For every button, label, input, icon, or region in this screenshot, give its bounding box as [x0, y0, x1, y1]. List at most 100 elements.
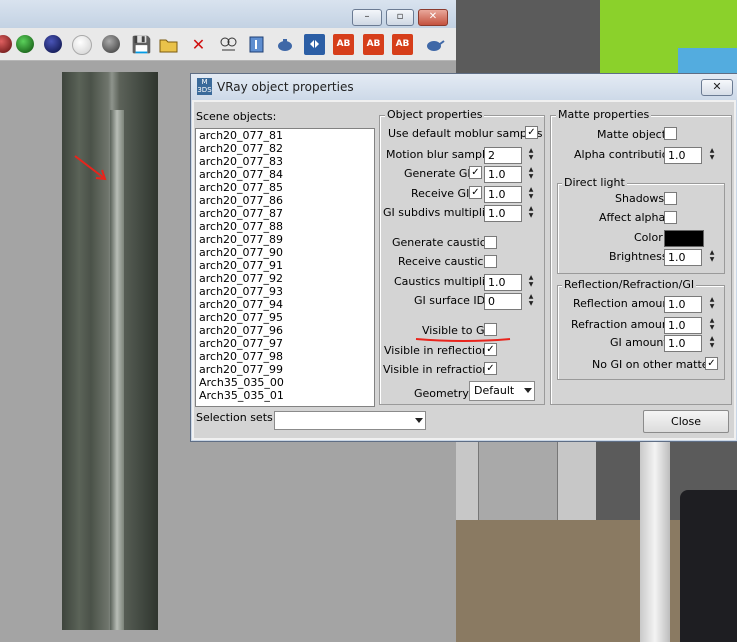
selection-sets-label: Selection sets:: [196, 411, 277, 424]
color-swatch[interactable]: [664, 230, 704, 247]
receive-gi-field[interactable]: 1.0: [484, 186, 522, 203]
motion-blur-samples-spinner[interactable]: ▲ ▼: [525, 147, 537, 162]
reflection-amount-label: Reflection amount: [573, 297, 674, 310]
maximize-button[interactable]: ▫: [386, 9, 414, 26]
list-item[interactable]: arch20_077_86: [196, 194, 374, 207]
refraction-amount-value: 1.0: [668, 319, 686, 332]
teapot2-icon[interactable]: [424, 34, 445, 55]
generate-caustics-checkbox[interactable]: [484, 236, 497, 249]
list-item[interactable]: arch20_077_91: [196, 259, 374, 272]
motion-blur-samples-label: Motion blur samples: [386, 148, 498, 161]
refraction-amount-spinner[interactable]: ▲ ▼: [706, 317, 718, 332]
gi-surface-id-field[interactable]: 0: [484, 293, 522, 310]
generate-gi-spinner[interactable]: ▲ ▼: [525, 166, 537, 181]
sphere-white-icon[interactable]: [72, 35, 92, 55]
motion-blur-samples-field[interactable]: 2: [484, 147, 522, 164]
minimize-button[interactable]: –: [352, 9, 382, 26]
list-item[interactable]: arch20_077_95: [196, 311, 374, 324]
list-item[interactable]: arch20_077_99: [196, 363, 374, 376]
sphere-gray-icon[interactable]: [102, 35, 120, 53]
ab2-icon[interactable]: AB: [363, 34, 384, 55]
close-button[interactable]: Close: [643, 410, 729, 433]
close-window-button[interactable]: ✕: [418, 9, 448, 26]
visible-in-refractions-checkbox[interactable]: ✓: [484, 362, 497, 375]
list-item[interactable]: Arch35_035_00: [196, 376, 374, 389]
delete-icon[interactable]: ✕: [188, 34, 209, 55]
gi-amount-value: 1.0: [668, 337, 686, 350]
video-icon[interactable]: [304, 34, 325, 55]
gi-surface-id-spinner[interactable]: ▲ ▼: [525, 293, 537, 308]
affect-alpha-label: Affect alpha: [599, 211, 666, 224]
list-item[interactable]: arch20_077_85: [196, 181, 374, 194]
scene-objects-list[interactable]: arch20_077_81 arch20_077_82 arch20_077_83 a…: [195, 128, 375, 407]
receive-gi-spinner[interactable]: ▲ ▼: [525, 186, 537, 201]
list-item[interactable]: arch20_077_83: [196, 155, 374, 168]
dialog-close-icon[interactable]: ✕: [701, 79, 733, 96]
no-gi-on-other-mattes-checkbox[interactable]: ✓: [705, 357, 718, 370]
list-item[interactable]: Arch35_035_01: [196, 389, 374, 402]
put-to-scene-icon[interactable]: [246, 34, 267, 55]
receive-gi-checkbox[interactable]: ✓: [469, 186, 482, 199]
gi-subdivs-multiplier-spinner[interactable]: ▲ ▼: [525, 205, 537, 220]
ab-icon[interactable]: AB: [333, 34, 354, 55]
generate-gi-checkbox[interactable]: ✓: [469, 166, 482, 179]
use-default-moblur-label: Use default moblur samples: [388, 127, 543, 140]
generate-gi-value: 1.0: [488, 168, 506, 181]
list-item[interactable]: arch20_077_94: [196, 298, 374, 311]
teapot-icon[interactable]: [275, 34, 296, 55]
list-item[interactable]: arch20_077_84: [196, 168, 374, 181]
shadows-checkbox[interactable]: [664, 192, 677, 205]
visible-in-refractions-label: Visible in refractions: [383, 363, 495, 376]
reflection-amount-spinner[interactable]: ▲ ▼: [706, 296, 718, 311]
geometry-label: Geometry: [414, 387, 469, 400]
open-folder-icon[interactable]: [158, 34, 179, 55]
visible-in-reflections-checkbox[interactable]: ✓: [484, 343, 497, 356]
object-properties-title: Object properties: [385, 108, 485, 121]
list-item[interactable]: arch20_077_81: [196, 129, 374, 142]
chevron-down-icon: [524, 388, 532, 393]
generate-gi-label: Generate GI: [404, 167, 471, 180]
receive-caustics-checkbox[interactable]: [484, 255, 497, 268]
affect-alpha-checkbox[interactable]: [664, 211, 677, 224]
list-item[interactable]: arch20_077_90: [196, 246, 374, 259]
ab3-icon[interactable]: AB: [392, 34, 413, 55]
list-item[interactable]: arch20_077_88: [196, 220, 374, 233]
pick-material-icon[interactable]: [218, 34, 239, 55]
list-item[interactable]: arch20_077_97: [196, 337, 374, 350]
sphere-blue-icon[interactable]: [44, 35, 62, 53]
gi-amount-field[interactable]: 1.0: [664, 335, 702, 352]
list-item[interactable]: arch20_077_92: [196, 272, 374, 285]
list-item[interactable]: arch20_077_82: [196, 142, 374, 155]
caustics-multiplier-value: 1.0: [488, 276, 506, 289]
generate-gi-field[interactable]: 1.0: [484, 166, 522, 183]
use-default-moblur-checkbox[interactable]: ✓: [525, 126, 538, 139]
gi-surface-id-value: 0: [488, 295, 495, 308]
reflection-refraction-gi-title: Reflection/Refraction/GI: [562, 278, 697, 291]
scene-objects-label: Scene objects:: [196, 110, 277, 123]
list-item[interactable]: arch20_077_98: [196, 350, 374, 363]
red-arrow-annotation: [74, 155, 107, 181]
matte-object-checkbox[interactable]: [664, 127, 677, 140]
alpha-contribution-spinner[interactable]: ▲ ▼: [706, 147, 718, 162]
gi-amount-spinner[interactable]: ▲ ▼: [706, 335, 718, 350]
list-item[interactable]: arch20_077_89: [196, 233, 374, 246]
brightness-value: 1.0: [668, 251, 686, 264]
sphere-green-icon[interactable]: [16, 35, 34, 53]
caustics-multiplier-field[interactable]: 1.0: [484, 274, 522, 291]
save-icon[interactable]: 💾: [131, 34, 152, 55]
alpha-contribution-field[interactable]: 1.0: [664, 147, 702, 164]
scene-curtain: [640, 440, 670, 642]
caustics-multiplier-label: Caustics multiplier: [394, 275, 497, 288]
geometry-dropdown[interactable]: Default: [469, 381, 535, 401]
brightness-spinner[interactable]: ▲ ▼: [706, 249, 718, 264]
refraction-amount-field[interactable]: 1.0: [664, 317, 702, 334]
reflection-amount-field[interactable]: 1.0: [664, 296, 702, 313]
brightness-field[interactable]: 1.0: [664, 249, 702, 266]
shadows-label: Shadows: [615, 192, 665, 205]
gi-subdivs-multiplier-field[interactable]: 1.0: [484, 205, 522, 222]
list-item[interactable]: arch20_077_96: [196, 324, 374, 337]
selection-sets-dropdown[interactable]: [274, 411, 426, 430]
list-item[interactable]: arch20_077_87: [196, 207, 374, 220]
list-item[interactable]: arch20_077_93: [196, 285, 374, 298]
caustics-multiplier-spinner[interactable]: ▲ ▼: [525, 274, 537, 289]
